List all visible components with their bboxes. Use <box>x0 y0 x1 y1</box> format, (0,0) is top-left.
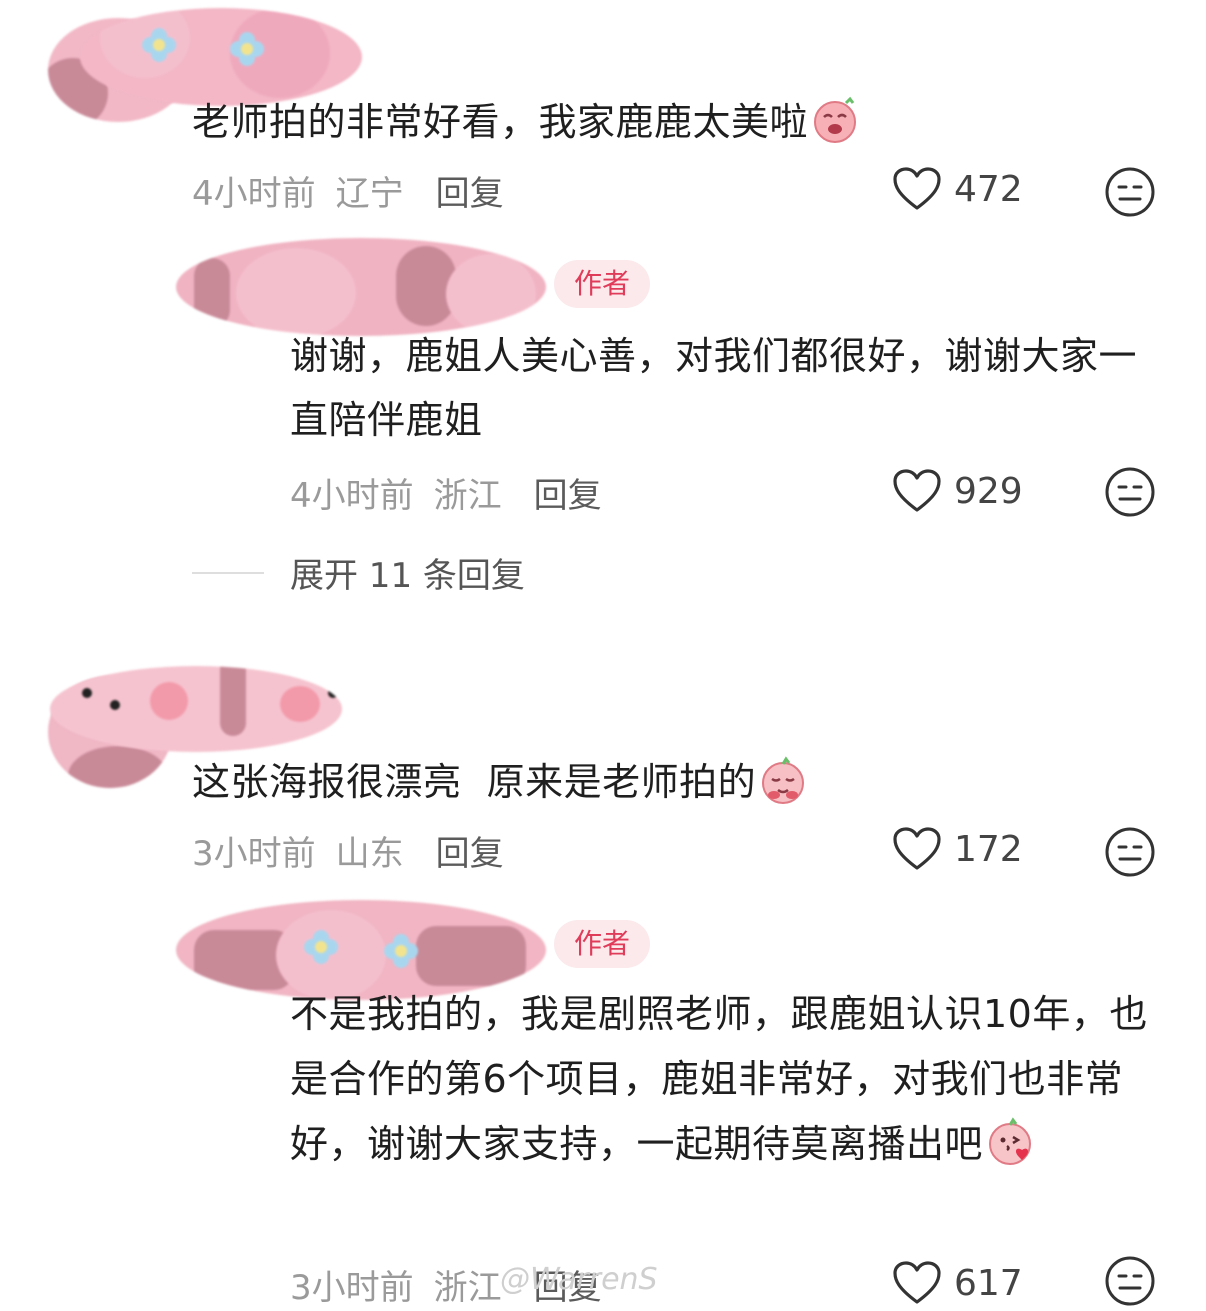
timestamp: 3小时前 <box>192 834 316 874</box>
divider <box>192 571 264 574</box>
location: 浙江 <box>433 476 502 516</box>
location: 浙江 <box>433 1268 502 1308</box>
flower-icon <box>230 32 264 66</box>
like-count: 617 <box>954 1262 1023 1304</box>
comment-text: 这张海报很漂亮 原来是老师拍的 <box>192 750 1152 814</box>
comment-text-content: 老师拍的非常好看，我家鹿鹿太美啦 <box>192 100 809 144</box>
dislike-face-icon <box>1105 167 1155 217</box>
flower-icon <box>304 930 338 964</box>
timestamp: 3小时前 <box>290 1268 414 1308</box>
location: 辽宁 <box>335 174 404 214</box>
kiss-emoji-icon <box>989 1117 1032 1165</box>
dislike-button[interactable] <box>1104 166 1156 222</box>
comment-text-content: 这张海报很漂亮 原来是老师拍的 <box>192 760 757 804</box>
watermark: @WarrenS <box>500 1262 658 1297</box>
username-blurred[interactable] <box>50 666 342 752</box>
like-button[interactable]: 472 <box>892 166 1023 212</box>
heart-outline-icon <box>893 167 941 210</box>
like-count: 929 <box>954 470 1023 512</box>
dislike-button[interactable] <box>1104 466 1156 522</box>
location: 山东 <box>335 834 404 874</box>
heart-outline-icon <box>893 1261 941 1304</box>
timestamp: 4小时前 <box>192 174 316 214</box>
reply-button[interactable]: 回复 <box>534 468 602 517</box>
reply-avatar-username-blurred[interactable] <box>176 238 546 336</box>
expand-replies-label: 展开 11 条回复 <box>290 556 525 596</box>
shy-emoji-icon <box>762 756 805 804</box>
dislike-face-icon <box>1105 827 1155 877</box>
flower-icon <box>142 28 176 62</box>
heart-outline-icon <box>893 469 941 512</box>
author-badge: 作者 <box>554 920 650 968</box>
like-button[interactable]: 617 <box>892 1260 1023 1306</box>
like-count: 472 <box>954 168 1023 210</box>
dislike-face-icon <box>1105 1256 1155 1306</box>
reply-text: 不是我拍的，我是剧照老师，跟鹿姐认识10年，也是合作的第6个项目，鹿姐非常好，对… <box>290 982 1170 1177</box>
crying-emoji-icon <box>814 96 857 143</box>
reply-meta: 4小时前 浙江 回复 <box>290 468 602 517</box>
comment-meta: 3小时前 山东 回复 <box>192 826 504 875</box>
like-button[interactable]: 929 <box>892 468 1023 514</box>
comment-meta: 4小时前 辽宁 回复 <box>192 166 504 215</box>
like-button[interactable]: 172 <box>892 826 1023 872</box>
comment-text: 老师拍的非常好看，我家鹿鹿太美啦 <box>192 90 1152 154</box>
author-badge: 作者 <box>554 260 650 308</box>
timestamp: 4小时前 <box>290 476 414 516</box>
reply-button[interactable]: 回复 <box>436 826 504 875</box>
reply-button[interactable]: 回复 <box>436 166 504 215</box>
heart-outline-icon <box>893 827 941 870</box>
reply-text: 谢谢，鹿姐人美心善，对我们都很好，谢谢大家一直陪伴鹿姐 <box>290 334 1138 442</box>
like-count: 172 <box>954 828 1023 870</box>
dislike-button[interactable] <box>1104 826 1156 882</box>
dislike-face-icon <box>1105 467 1155 517</box>
dislike-button[interactable] <box>1104 1255 1156 1311</box>
expand-replies[interactable]: 展开 11 条回复 <box>192 548 525 597</box>
flower-icon <box>384 934 418 968</box>
